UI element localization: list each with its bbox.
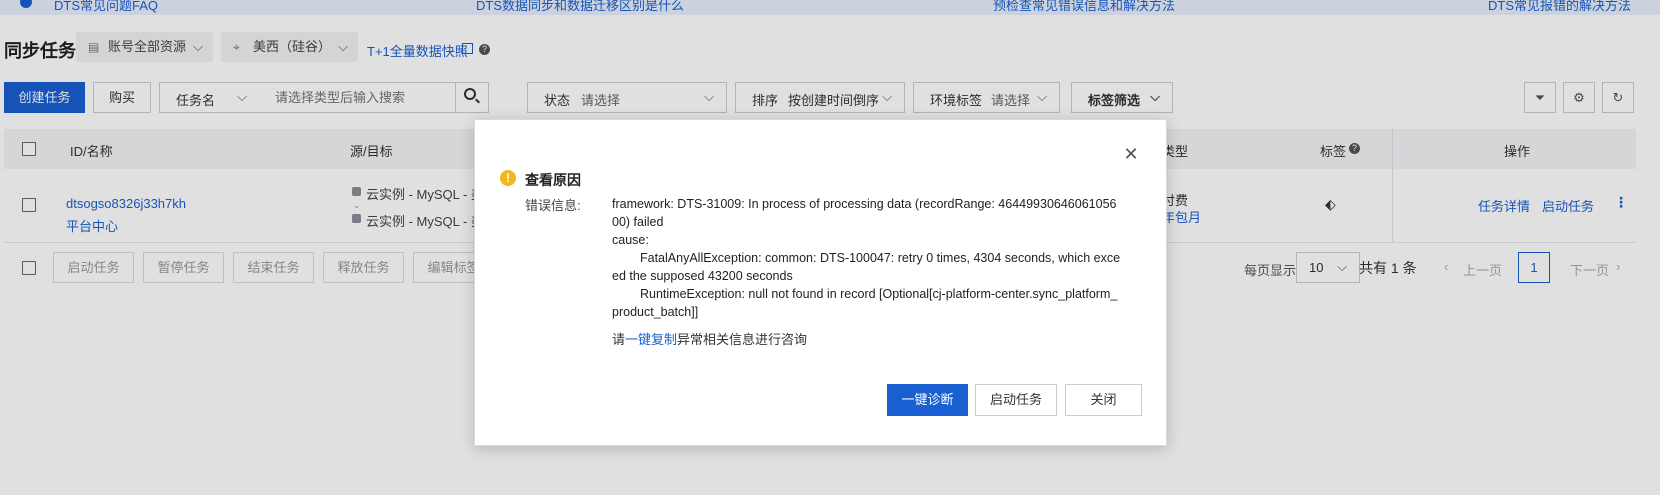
- error-line-fatal: FatalAnyAllException: common: DTS-100047…: [612, 251, 1121, 283]
- hint-suffix: 异常相关信息进行咨询: [677, 332, 808, 347]
- error-message: framework: DTS-31009: In process of proc…: [612, 195, 1122, 321]
- error-reason-dialog: ✕ ! 查看原因 错误信息: framework: DTS-31009: In …: [474, 119, 1167, 446]
- start-task-button[interactable]: 启动任务: [975, 384, 1057, 416]
- error-line-framework: framework: DTS-31009: In process of proc…: [612, 197, 1117, 229]
- error-line-runtime: RuntimeException: null not found in reco…: [612, 287, 1118, 319]
- dts-sync-task-page: DTS常见问题FAQ DTS数据同步和数据迁移区别是什么 预检查常见错误信息和解…: [0, 0, 1660, 495]
- close-button[interactable]: 关闭: [1065, 384, 1142, 416]
- close-icon[interactable]: ✕: [1123, 145, 1139, 163]
- diagnose-button[interactable]: 一键诊断: [887, 384, 968, 416]
- error-line-cause: cause:: [612, 233, 649, 247]
- hint-prefix: 请: [612, 332, 626, 347]
- copy-link[interactable]: 一键复制: [625, 332, 677, 347]
- copy-hint: 请一键复制异常相关信息进行咨询: [612, 329, 807, 348]
- warning-icon: !: [500, 170, 516, 186]
- dialog-title: 查看原因: [525, 172, 581, 188]
- error-info-label: 错误信息:: [525, 198, 581, 213]
